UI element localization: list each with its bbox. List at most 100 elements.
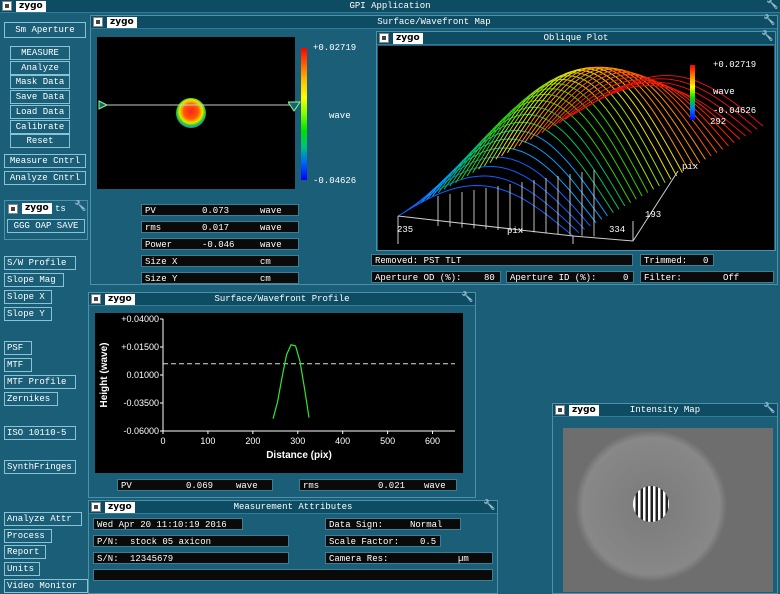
x-axis-label: Distance (pix): [266, 450, 332, 461]
color-scale-bar: [301, 48, 307, 180]
scale-factor-field: Scale Factor: 0.5: [325, 535, 441, 547]
result-field-rms: rms 0.017 wave: [141, 221, 299, 233]
sidebar-button-mtf-profile[interactable]: MTF Profile: [4, 375, 76, 389]
sidebar-button-analyze-attr[interactable]: Analyze Attr: [4, 512, 82, 526]
sidebar-button-mask-data[interactable]: Mask Data: [10, 75, 70, 89]
result-value: 0.017: [202, 223, 230, 233]
oblique-scale-min: -0.04626: [713, 106, 757, 116]
surface-map-title: Surface/Wavefront Map: [377, 17, 491, 27]
measure-cntrl-button[interactable]: Measure Cntrl: [4, 154, 86, 168]
oblique-color-scale: [690, 65, 695, 120]
aperture-id-field: Aperture ID (%): 0: [506, 271, 634, 283]
wrench-icon[interactable]: 🔧: [461, 293, 473, 305]
aperture-od-field: Aperture OD (%): 80: [371, 271, 501, 283]
profile-chart-svg: +0.04000 +0.01500 0.01000 -0.03500 -0.060000…: [99, 314, 455, 461]
sidebar-button-calibrate[interactable]: Calibrate: [10, 120, 70, 134]
sidebar-button-measure[interactable]: MEASURE: [10, 46, 70, 60]
intensity-panel: zygo Intensity Map 🔧: [552, 403, 778, 594]
camera-res-field: Camera Res: µm: [325, 552, 493, 564]
y-tick-label: -0.03500: [123, 398, 159, 408]
intensity-title: Intensity Map: [629, 405, 701, 415]
results-panel: zygo ts 🔧 GGG OAP SAVE: [4, 200, 88, 240]
intensity-titlebar: zygo Intensity Map 🔧: [553, 404, 777, 417]
sidebar-button-reset[interactable]: Reset: [10, 134, 70, 148]
pn-field[interactable]: P/N: stock 05 axicon: [93, 535, 289, 547]
surface-map-image[interactable]: [97, 37, 295, 189]
result-value: -0.046: [202, 240, 235, 250]
surface-map-titlebar: zygo Surface/Wavefront Map 🔧: [91, 16, 777, 29]
sidebar-button-psf[interactable]: PSF: [4, 341, 32, 355]
aperture-button[interactable]: Sm Aperture: [4, 22, 86, 38]
profile-marker-right-icon[interactable]: [288, 101, 302, 113]
oblique-surface-line: [472, 83, 649, 193]
x-tick-label: 400: [335, 436, 350, 446]
date-field: Wed Apr 20 11:10:19 2016: [93, 518, 243, 530]
data-sign-field: Data Sign: Normal: [325, 518, 461, 530]
profile-chart-area[interactable]: +0.04000 +0.01500 0.01000 -0.03500 -0.06000 0…: [95, 313, 463, 473]
result-field-size-x: Size X cm: [141, 255, 299, 267]
sidebar-button-process[interactable]: Process: [4, 529, 52, 543]
sidebar-button-zernikes[interactable]: Zernikes: [4, 392, 58, 406]
result-unit: wave: [260, 240, 282, 250]
panel-menu-icon[interactable]: [8, 204, 18, 214]
oblique-x-left: 235: [397, 225, 414, 235]
surface-map-svg: [98, 98, 295, 128]
x-tick-label: 200: [245, 436, 260, 446]
oblique-surface-line: [547, 74, 724, 150]
result-label: Power: [145, 240, 173, 250]
measurement-panel: zygo Measurement Attributes 🔧 Wed Apr 20…: [88, 500, 498, 594]
sidebar-button-report[interactable]: Report: [4, 545, 46, 559]
iso-button[interactable]: ISO 10110-5: [4, 426, 76, 440]
oblique-title: Oblique Plot: [543, 33, 609, 43]
result-unit: wave: [260, 206, 282, 216]
wrench-icon[interactable]: 🔧: [766, 0, 778, 12]
removed-field: Removed: PST TLT: [371, 254, 633, 266]
sidebar-button-video-monitor[interactable]: Video Monitor: [4, 579, 88, 593]
wrench-icon[interactable]: 🔧: [763, 404, 775, 416]
y-axis-label: Height (wave): [99, 342, 110, 407]
oblique-plot-panel: zygo Oblique Plot 🔧 +0.02719 wave -0.046…: [376, 31, 776, 251]
results-item[interactable]: GGG OAP SAVE: [7, 219, 85, 233]
oblique-surface-line: [426, 138, 603, 220]
app-titlebar: zygo GPI Application 🔧: [0, 0, 780, 13]
oblique-x-right: 334: [609, 225, 626, 235]
oblique-frame-line: [572, 235, 634, 242]
x-tick-label: 300: [290, 436, 305, 446]
sn-field[interactable]: S/N: 12345679: [93, 552, 289, 564]
comment-field[interactable]: [93, 569, 493, 581]
profile-pv-field: PV 0.069 wave: [117, 479, 273, 491]
wrench-icon[interactable]: 🔧: [763, 16, 775, 28]
oblique-x-unit: pix: [507, 226, 524, 236]
scale-unit: wave: [329, 111, 351, 121]
analyze-cntrl-button[interactable]: Analyze Cntrl: [4, 171, 86, 185]
intensity-image[interactable]: [563, 428, 773, 592]
wrench-icon[interactable]: 🔧: [74, 202, 86, 214]
sidebar-button-slope-x[interactable]: Slope X: [4, 290, 52, 304]
oblique-plot-area[interactable]: [378, 46, 774, 250]
x-tick-label: 600: [425, 436, 440, 446]
oblique-scale-max: +0.02719: [713, 60, 757, 70]
result-label: PV: [145, 206, 156, 216]
sidebar-button-s-w-profile[interactable]: S/W Profile: [4, 256, 76, 270]
sidebar-button-mtf[interactable]: MTF: [4, 358, 32, 372]
sidebar-button-units[interactable]: Units: [4, 562, 40, 576]
sidebar-button-analyze[interactable]: Analyze: [10, 61, 70, 75]
wrench-icon[interactable]: 🔧: [761, 32, 773, 44]
profile-series-line: [272, 344, 310, 419]
oblique-titlebar: zygo Oblique Plot 🔧: [377, 32, 775, 45]
trimmed-field: Trimmed: 0: [640, 254, 714, 266]
sidebar-button-slope-mag[interactable]: Slope Mag: [4, 273, 64, 287]
result-label: Size Y: [145, 274, 178, 284]
sidebar-button-slope-y[interactable]: Slope Y: [4, 307, 52, 321]
result-unit: cm: [260, 257, 271, 267]
wrench-icon[interactable]: 🔧: [483, 501, 495, 513]
sidebar-button-load-data[interactable]: Load Data: [10, 105, 70, 119]
sidebar-button-save-data[interactable]: Save Data: [10, 90, 70, 104]
synthfringes-button[interactable]: SynthFringes: [4, 460, 76, 474]
oblique-plot-svg: [397, 66, 764, 244]
oblique-y-top: 292: [710, 117, 727, 127]
y-tick-label: +0.01500: [121, 342, 159, 352]
profile-marker-left-icon[interactable]: [98, 100, 109, 110]
zygo-logo: zygo: [22, 203, 52, 214]
result-unit: wave: [260, 223, 282, 233]
